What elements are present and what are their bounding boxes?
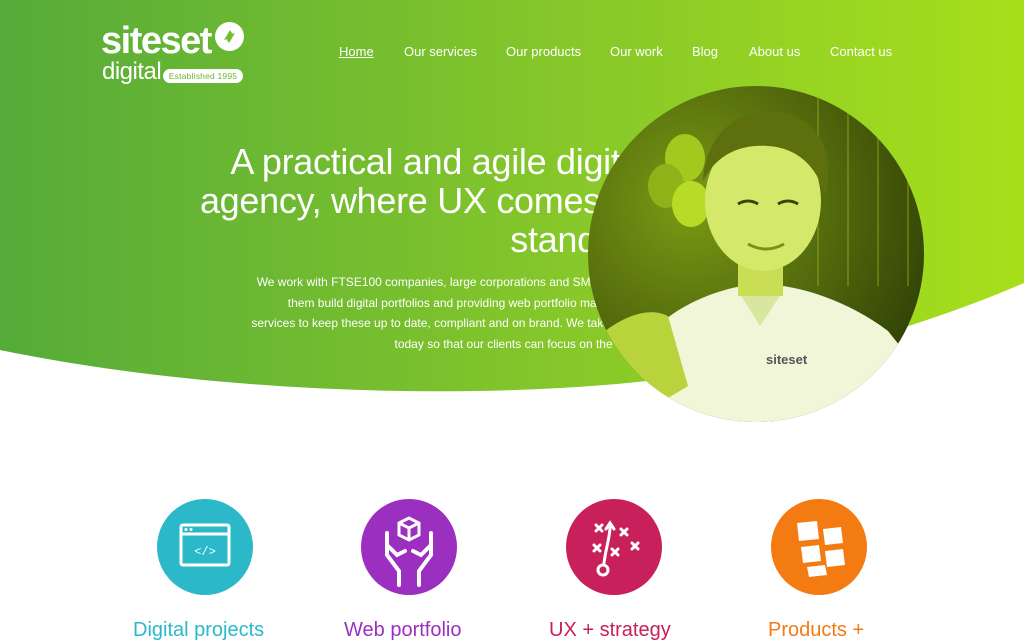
- nav-our-products[interactable]: Our products: [506, 44, 581, 59]
- nav-contact-us[interactable]: Contact us: [830, 44, 892, 59]
- intro-line: services to keep these up to date, compl…: [251, 316, 650, 330]
- logo-subword: digital: [102, 58, 162, 85]
- strategy-play-icon: [566, 499, 662, 595]
- nav-our-services[interactable]: Our services: [404, 44, 477, 59]
- service-title[interactable]: Web portfolio: [344, 617, 461, 640]
- nav-our-work[interactable]: Our work: [610, 44, 663, 59]
- service-title[interactable]: UX + strategy: [549, 617, 671, 640]
- intro-line: today so that our clients can focus on t…: [394, 336, 651, 351]
- service-title[interactable]: Digital projects: [133, 617, 264, 640]
- hero-headline: A practical and agile digital agency, wh…: [148, 142, 648, 259]
- intro-line: We work with FTSE100 companies, large co…: [256, 275, 650, 289]
- siteset-logo[interactable]: siteset digital Established 1995: [101, 22, 246, 88]
- established-badge: Established 1995: [163, 69, 243, 83]
- nav-home[interactable]: Home: [339, 44, 374, 59]
- stacked-screens-icon: [771, 499, 867, 595]
- svg-text:</>: </>: [194, 545, 216, 559]
- hands-box-icon: [361, 499, 457, 595]
- headline-line: agency, where UX comes as: [199, 180, 648, 221]
- shirt-logo-text: siteset: [766, 352, 808, 367]
- nav-blog[interactable]: Blog: [692, 44, 718, 59]
- nav-about-us[interactable]: About us: [749, 44, 800, 59]
- headline-line: A practical and agile digital: [230, 141, 648, 182]
- hero-intro: We work with FTSE100 companies, large co…: [210, 272, 650, 354]
- browser-code-icon: </>: [157, 499, 253, 595]
- team-member-photo: siteset: [588, 86, 924, 422]
- intro-line: them build digital portfolios and provid…: [287, 295, 650, 310]
- logo-mark-icon: [215, 22, 244, 51]
- headline-line: standard: [510, 219, 648, 260]
- logo-wordmark: siteset: [101, 20, 212, 62]
- service-title[interactable]: Products +: [768, 617, 864, 640]
